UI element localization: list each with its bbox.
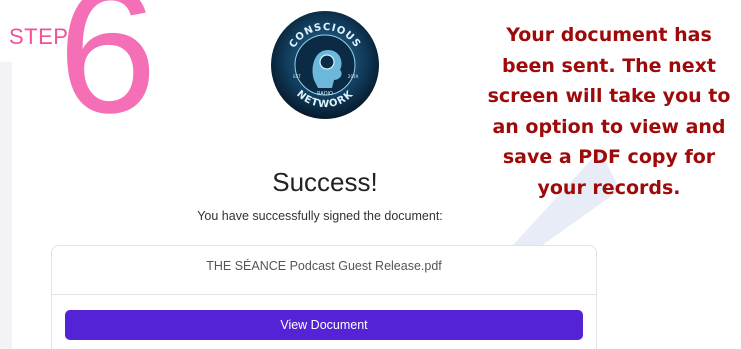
document-file-name: THE SÉANCE Podcast Guest Release.pdf bbox=[206, 259, 442, 273]
conscious-radio-network-logo: CONSCIOUS NETWORK RADIO EST 2019 bbox=[270, 10, 380, 120]
logo-est-text: EST bbox=[293, 74, 301, 79]
logo-middle-text: RADIO bbox=[317, 91, 333, 97]
success-title: Success! bbox=[272, 167, 378, 197]
success-subtitle: You have successfully signed the documen… bbox=[197, 209, 443, 223]
document-card: THE SÉANCE Podcast Guest Release.pdf Vie… bbox=[51, 245, 597, 349]
left-panel-edge bbox=[0, 62, 12, 349]
logo-graphic: CONSCIOUS NETWORK RADIO EST 2019 bbox=[271, 11, 379, 119]
logo-year-text: 2019 bbox=[348, 74, 359, 79]
view-document-button[interactable]: View Document bbox=[65, 310, 583, 340]
instruction-note: Your document has been sent. The next sc… bbox=[487, 24, 731, 199]
step-number: 6 bbox=[58, 0, 157, 150]
card-divider bbox=[52, 294, 596, 295]
